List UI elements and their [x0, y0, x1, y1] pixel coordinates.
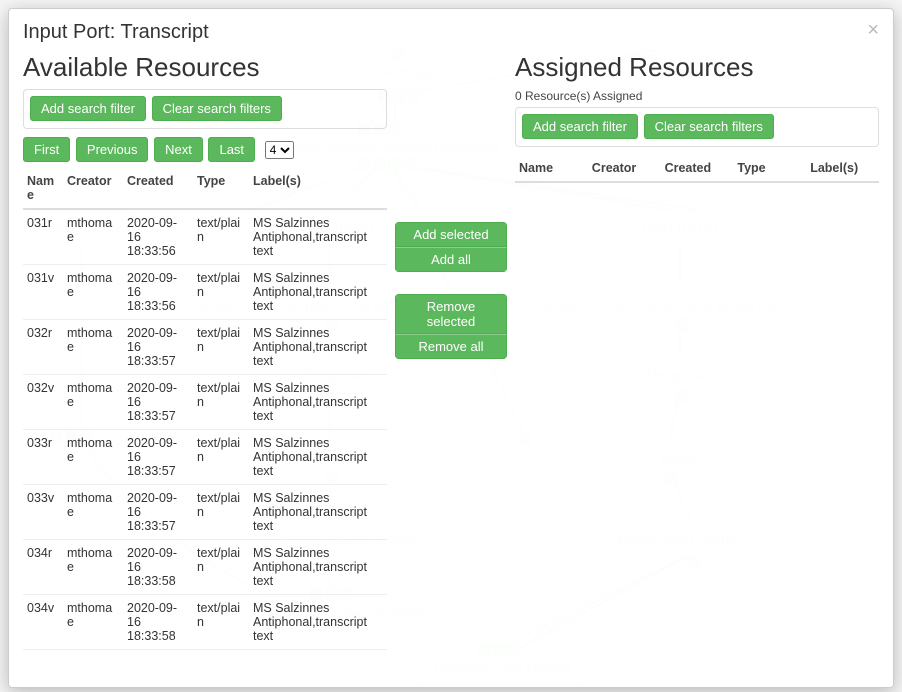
pager-first-button[interactable]: First	[23, 137, 70, 162]
pager-previous-button[interactable]: Previous	[76, 137, 149, 162]
pager-last-button[interactable]: Last	[208, 137, 255, 162]
cell-labels: MS Salzinnes Antiphonal,transcript text	[249, 540, 387, 595]
cell-type: text/plain	[193, 265, 249, 320]
cell-labels: MS Salzinnes Antiphonal,transcript text	[249, 209, 387, 265]
table-row[interactable]: 034vmthomae2020-09-16 18:33:58text/plain…	[23, 595, 387, 650]
cell-type: text/plain	[193, 320, 249, 375]
cell-created: 2020-09-16 18:33:58	[123, 595, 193, 650]
assigned-col-type[interactable]: Type	[733, 155, 806, 182]
assigned-add-filter-button[interactable]: Add search filter	[522, 114, 638, 139]
cell-type: text/plain	[193, 209, 249, 265]
table-row[interactable]: 032rmthomae2020-09-16 18:33:57text/plain…	[23, 320, 387, 375]
cell-creator: mthomae	[63, 209, 123, 265]
col-creator[interactable]: Creator	[63, 168, 123, 209]
add-all-button[interactable]: Add all	[395, 247, 507, 272]
col-type[interactable]: Type	[193, 168, 249, 209]
table-row[interactable]: 034rmthomae2020-09-16 18:33:58text/plain…	[23, 540, 387, 595]
available-filter-box: Add search filter Clear search filters	[23, 89, 387, 129]
cell-created: 2020-09-16 18:33:57	[123, 320, 193, 375]
table-row[interactable]: 033vmthomae2020-09-16 18:33:57text/plain…	[23, 485, 387, 540]
assigned-count: 0 Resource(s) Assigned	[515, 89, 879, 103]
cell-creator: mthomae	[63, 485, 123, 540]
pager: First Previous Next Last 4	[23, 137, 387, 162]
cell-created: 2020-09-16 18:33:58	[123, 540, 193, 595]
cell-labels: MS Salzinnes Antiphonal,transcript text	[249, 485, 387, 540]
pager-page-select[interactable]: 4	[265, 141, 294, 159]
cell-labels: MS Salzinnes Antiphonal,transcript text	[249, 320, 387, 375]
cell-labels: MS Salzinnes Antiphonal,transcript text	[249, 595, 387, 650]
clear-filters-button[interactable]: Clear search filters	[152, 96, 282, 121]
col-created[interactable]: Created	[123, 168, 193, 209]
cell-created: 2020-09-16 18:33:57	[123, 375, 193, 430]
cell-name: 031r	[23, 209, 63, 265]
cell-creator: mthomae	[63, 375, 123, 430]
available-panel: Available Resources Add search filter Cl…	[23, 52, 387, 650]
cell-labels: MS Salzinnes Antiphonal,transcript text	[249, 265, 387, 320]
cell-labels: MS Salzinnes Antiphonal,transcript text	[249, 375, 387, 430]
cell-created: 2020-09-16 18:33:56	[123, 265, 193, 320]
cell-creator: mthomae	[63, 320, 123, 375]
assigned-col-name[interactable]: Name	[515, 155, 588, 182]
cell-created: 2020-09-16 18:33:57	[123, 485, 193, 540]
assigned-col-labels[interactable]: Label(s)	[806, 155, 879, 182]
assigned-heading: Assigned Resources	[515, 52, 879, 83]
assigned-table: Name Creator Created Type Label(s)	[515, 155, 879, 183]
col-labels[interactable]: Label(s)	[249, 168, 387, 209]
assigned-col-created[interactable]: Created	[661, 155, 734, 182]
pager-next-button[interactable]: Next	[154, 137, 203, 162]
cell-type: text/plain	[193, 595, 249, 650]
close-icon[interactable]: ×	[867, 19, 879, 42]
add-filter-button[interactable]: Add search filter	[30, 96, 146, 121]
cell-creator: mthomae	[63, 595, 123, 650]
cell-name: 034v	[23, 595, 63, 650]
transfer-actions: Add selected Add all Remove selected Rem…	[395, 52, 507, 359]
cell-creator: mthomae	[63, 430, 123, 485]
remove-all-button[interactable]: Remove all	[395, 334, 507, 359]
assigned-filter-box: Add search filter Clear search filters	[515, 107, 879, 147]
cell-name: 034r	[23, 540, 63, 595]
col-name[interactable]: Name	[23, 168, 63, 209]
cell-type: text/plain	[193, 540, 249, 595]
assigned-col-creator[interactable]: Creator	[588, 155, 661, 182]
dialog-title: Input Port: Transcript	[23, 21, 879, 44]
assigned-panel: Assigned Resources 0 Resource(s) Assigne…	[515, 52, 879, 183]
cell-name: 032r	[23, 320, 63, 375]
cell-type: text/plain	[193, 375, 249, 430]
cell-type: text/plain	[193, 485, 249, 540]
cell-name: 032v	[23, 375, 63, 430]
remove-selected-button[interactable]: Remove selected	[395, 294, 507, 334]
assigned-clear-filters-button[interactable]: Clear search filters	[644, 114, 774, 139]
cell-name: 031v	[23, 265, 63, 320]
cell-creator: mthomae	[63, 540, 123, 595]
cell-type: text/plain	[193, 430, 249, 485]
cell-creator: mthomae	[63, 265, 123, 320]
table-row[interactable]: 031vmthomae2020-09-16 18:33:56text/plain…	[23, 265, 387, 320]
table-row[interactable]: 031rmthomae2020-09-16 18:33:56text/plain…	[23, 209, 387, 265]
cell-labels: MS Salzinnes Antiphonal,transcript text	[249, 430, 387, 485]
cell-created: 2020-09-16 18:33:57	[123, 430, 193, 485]
cell-name: 033r	[23, 430, 63, 485]
add-selected-button[interactable]: Add selected	[395, 222, 507, 247]
resource-dialog: × Input Port: Transcript Available Resou…	[8, 8, 894, 688]
cell-name: 033v	[23, 485, 63, 540]
available-table: Name Creator Created Type Label(s) 031rm…	[23, 168, 387, 650]
available-heading: Available Resources	[23, 52, 387, 83]
cell-created: 2020-09-16 18:33:56	[123, 209, 193, 265]
table-row[interactable]: 032vmthomae2020-09-16 18:33:57text/plain…	[23, 375, 387, 430]
table-row[interactable]: 033rmthomae2020-09-16 18:33:57text/plain…	[23, 430, 387, 485]
